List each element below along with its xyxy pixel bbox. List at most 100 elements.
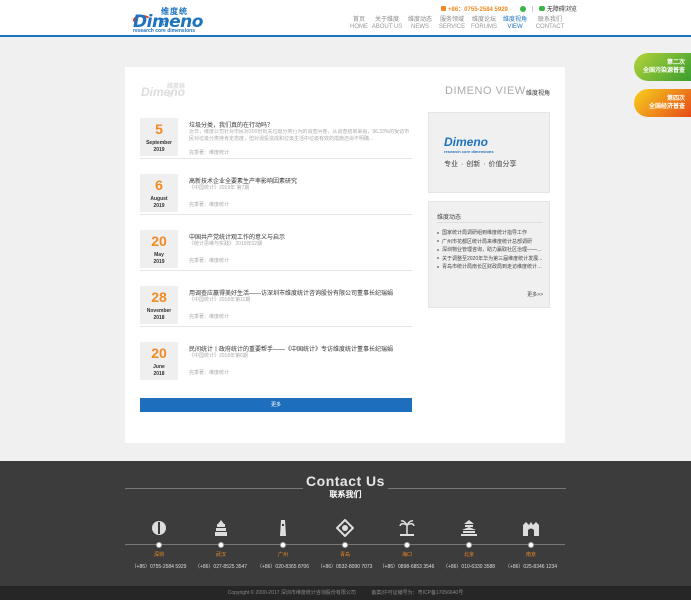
nanjing-gate-icon xyxy=(523,522,539,536)
watermark-logo-cn: 维度统计 xyxy=(167,84,186,99)
nav-forums[interactable]: 维度论坛 FORUMS xyxy=(468,17,500,31)
beijing-temple-icon xyxy=(461,520,477,536)
brand-logo: Dimeno research core dimensions xyxy=(444,135,494,154)
city-beijing[interactable]: 北京 （+86）010-6330 3588 xyxy=(438,519,500,570)
brand-box: Dimeno research core dimensions 专业 · 创新 … xyxy=(428,112,550,193)
timeline-dot xyxy=(466,542,472,548)
nav-label-cn: 维度动态 xyxy=(407,17,432,23)
date-year: 2019 xyxy=(153,203,165,209)
date-year: 2019 xyxy=(153,147,165,153)
nav-label-cn: 服务领域 xyxy=(439,17,464,23)
nav-label-cn: 联系我们 xyxy=(537,17,562,23)
article-title[interactable]: 用调查应赢得美好生活——访深圳市维度统计咨询股份有限公司董事长纪瑞娟 xyxy=(189,288,393,297)
city-guangzhou[interactable]: 广州 （+86）020-8365 8706 xyxy=(252,519,314,570)
date-day: 20 xyxy=(151,345,167,361)
article-desc: 《统计思维与实践》 2019年02期 xyxy=(189,241,263,247)
date-month: September xyxy=(146,140,172,146)
nav-label-en: CONTACT xyxy=(535,24,565,30)
news-more-link[interactable]: 更多>> xyxy=(527,291,543,298)
city-name: 深圳 xyxy=(153,552,164,558)
article-desc: 《中国统计》2018年第11期 xyxy=(189,297,251,303)
article-item[interactable]: 28 November 2018 用调查应赢得美好生活——访深圳市维度统计咨询股… xyxy=(140,286,412,327)
article-desc: 《中国统计》2018年第6期 xyxy=(189,353,248,359)
article-item[interactable]: 5 September 2019 垃圾分类，我们真的在行动吗？ 近日，维度公司针… xyxy=(140,118,412,159)
news-link[interactable]: 青岛市统计局南长区财政局到走访维度统计公... xyxy=(437,263,545,272)
nav-about[interactable]: 关于维度 ABOUT US xyxy=(370,17,404,31)
economic-census-badge[interactable]: 第四次 全国经济普查 xyxy=(634,89,691,117)
news-link[interactable]: 深圳物业管理咨询，助力赢取社区治理——... xyxy=(437,246,545,255)
city-haikou[interactable]: 海口 （+86）0898-6853 3546 xyxy=(376,519,438,570)
nav-label-en: VIEW xyxy=(507,24,523,30)
article-item[interactable]: 20 June 2018 民间统计丨政府统计的重要帮手——《中国统计》专访维度统… xyxy=(140,342,412,383)
article-item[interactable]: 6 August 2019 高新技术企业全要素生产率影响因素研究 《中国统计》2… xyxy=(140,174,412,215)
city-shenzhen[interactable]: 深圳 （+86）0755-2584 5929 xyxy=(128,519,190,570)
wechat-icon[interactable] xyxy=(519,5,526,12)
city-wuhan[interactable]: 武汉 （+86）027-8525 3547 xyxy=(190,519,252,570)
date-month: May xyxy=(154,252,164,258)
nav-label-cn: 维度论坛 xyxy=(471,17,496,23)
date-day: 5 xyxy=(155,121,163,137)
city-name: 海口 xyxy=(401,552,412,558)
barrier-free-link[interactable]: 无障碍浏览 xyxy=(547,4,577,13)
news-list: 国家统计局调研组到维度统计指导工作 广州市花都区统计局来维度统计总部调研 深圳物… xyxy=(437,229,545,272)
city-phone: （+86）0532-8090 7073 xyxy=(317,564,373,570)
nav-label-en: FORUMS xyxy=(471,24,497,30)
copyright-bar: Copyright © 2000-2017 深圳市维度统计咨询股份有限公司 备案… xyxy=(0,586,691,600)
date-month: November xyxy=(146,308,172,314)
phone-icon xyxy=(441,6,446,11)
city-nanjing[interactable]: 南京 （+86）025-8346 1234 xyxy=(500,519,562,570)
city-name: 南京 xyxy=(525,552,536,558)
city-phone: （+86）020-8365 8706 xyxy=(256,564,310,570)
date-box: 20 June 2018 xyxy=(140,342,178,380)
date-day: 28 xyxy=(151,289,167,305)
date-box: 5 September 2019 xyxy=(140,118,178,156)
header-separator xyxy=(531,5,533,12)
more-button[interactable]: 更多 xyxy=(140,398,412,412)
city-phone: （+86）0755-2584 5929 xyxy=(131,564,187,570)
shenzhen-landmark-icon xyxy=(152,521,166,535)
date-month: June xyxy=(153,364,165,370)
timeline-dot xyxy=(218,542,224,548)
qingdao-landmark-icon xyxy=(336,519,354,537)
site-logo[interactable]: 维度统计 Dimeno research core dimensions xyxy=(133,6,203,34)
watermark-logo: 维度统计 Dimeno xyxy=(141,84,185,99)
article-title[interactable]: 垃圾分类，我们真的在行动吗？ xyxy=(189,120,273,129)
nav-contact[interactable]: 联系我们 CONTACT xyxy=(530,17,570,31)
timeline-dot xyxy=(404,542,410,548)
nav-home[interactable]: 首页 HOME xyxy=(348,17,370,31)
wuhan-tower-icon xyxy=(215,520,227,536)
nav-news[interactable]: 维度动态 NEWS xyxy=(404,17,436,31)
main-content: 维度统计 Dimeno DIMENO VIEW 维度视角 5 September… xyxy=(125,67,565,443)
nav-label-en: ABOUT US xyxy=(371,24,403,30)
nav-label-cn: 维度视角 xyxy=(502,17,527,23)
news-link[interactable]: 关于调整至2020年华为第三届维度统计发展... xyxy=(437,255,545,264)
article-item[interactable]: 20 May 2019 中国共产党统计观工作的意义与启示 《统计思维与实践》 2… xyxy=(140,230,412,271)
news-panel-divider xyxy=(437,222,543,223)
date-month: August xyxy=(150,196,168,202)
article-title[interactable]: 民间统计丨政府统计的重要帮手——《中国统计》专访维度统计董事长纪瑞娟 xyxy=(189,344,393,353)
badge-line2: 全国污染源普查 xyxy=(642,68,685,74)
nav-view[interactable]: 维度视角 VIEW xyxy=(500,17,530,31)
article-desc: 近日，维度公司针对市民对200份有关垃圾分类行为的调查问卷，从调查结果来看，96… xyxy=(189,129,410,142)
city-phone: （+86）027-8525 3547 xyxy=(194,564,248,570)
date-year: 2019 xyxy=(153,259,165,265)
timeline-dot xyxy=(342,542,348,548)
article-title[interactable]: 中国共产党统计观工作的意义与启示 xyxy=(189,232,285,241)
city-name: 北京 xyxy=(463,552,474,558)
article-title[interactable]: 高新技术企业全要素生产率影响因素研究 xyxy=(189,176,297,185)
pollution-census-badge[interactable]: 第二次 全国污染源普查 xyxy=(634,53,691,81)
news-link[interactable]: 国家统计局调研组到维度统计指导工作 xyxy=(437,229,545,238)
news-link[interactable]: 广州市花都区统计局来维度统计总部调研 xyxy=(437,238,545,247)
date-box: 28 November 2018 xyxy=(140,286,178,324)
nav-service[interactable]: 服务领域 SERVICE xyxy=(436,17,468,31)
icp-link[interactable]: 备案|许可证编号为：粤ICP备17056640号 xyxy=(371,590,463,596)
city-name: 广州 xyxy=(277,552,288,558)
news-panel: 维度动态 国家统计局调研组到维度统计指导工作 广州市花都区统计局来维度统计总部调… xyxy=(428,201,550,308)
site-header: 维度统计 Dimeno research core dimensions +86… xyxy=(0,0,691,37)
haikou-palm-icon xyxy=(399,520,415,536)
city-phone: （+86）025-8346 1234 xyxy=(504,564,558,570)
city-phone: （+86）0898-6853 3546 xyxy=(379,564,435,570)
city-qingdao[interactable]: 青岛 （+86）0532-8090 7073 xyxy=(314,519,376,570)
article-author: 完季著：维度统计 xyxy=(189,150,230,156)
city-phone: （+86）010-6330 3588 xyxy=(442,564,496,570)
